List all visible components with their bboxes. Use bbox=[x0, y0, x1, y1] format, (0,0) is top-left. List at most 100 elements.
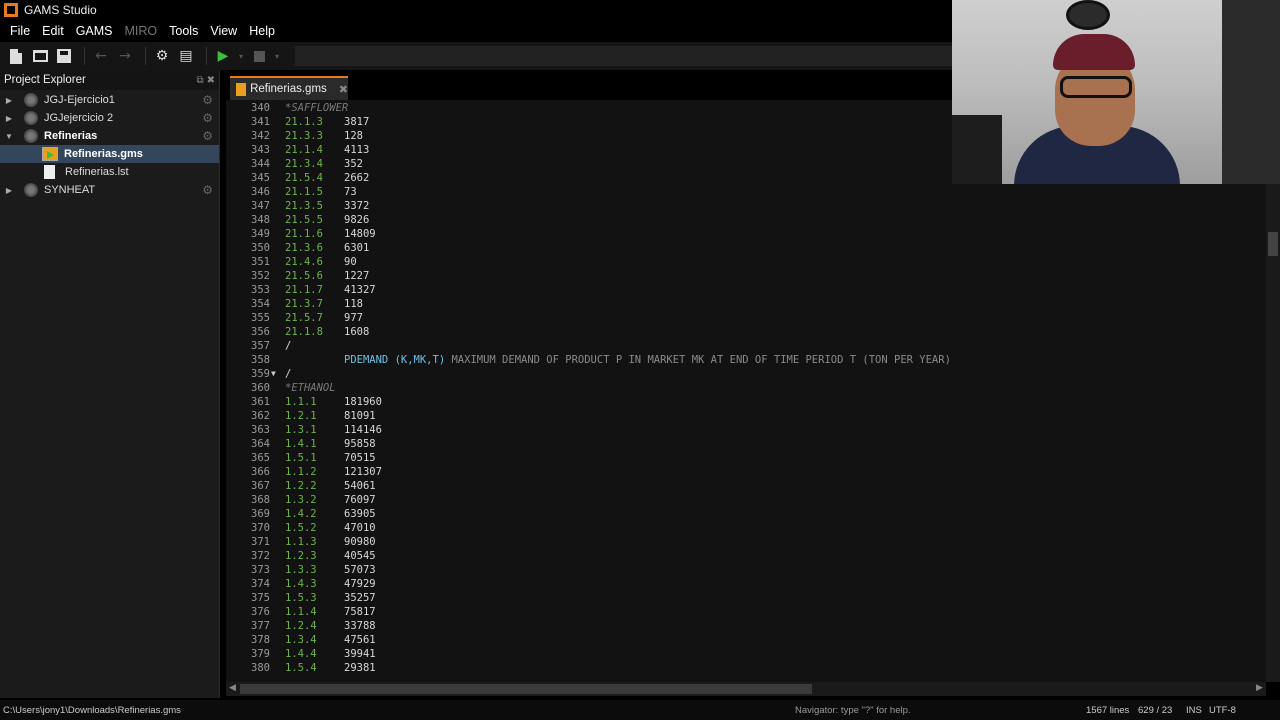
menu-gams[interactable]: GAMS bbox=[70, 24, 119, 38]
close-tab-icon[interactable]: ✖ bbox=[339, 83, 348, 96]
menu-file[interactable]: File bbox=[4, 24, 36, 38]
tree-item-jgj-ejercicio1[interactable]: ▶ JGJ-Ejercicio1 ⚙ bbox=[0, 91, 219, 109]
stop-icon[interactable] bbox=[249, 46, 269, 66]
line-number: 375 bbox=[251, 592, 270, 604]
code-line[interactable]: 354 21.3.7 118 bbox=[226, 297, 1266, 311]
tree-item-synheat[interactable]: ▶ SYNHEAT ⚙ bbox=[0, 181, 219, 199]
code-line[interactable]: 356 21.1.8 1608 bbox=[226, 325, 1266, 339]
file-encoding: UTF-8 bbox=[1209, 704, 1236, 716]
code-line[interactable]: 353 21.1.7 41327 bbox=[226, 283, 1266, 297]
vertical-scrollbar[interactable] bbox=[1266, 100, 1280, 682]
expand-arrow-icon[interactable]: ▶ bbox=[4, 96, 14, 105]
code-line[interactable]: 370 1.5.2 47010 bbox=[226, 521, 1266, 535]
horizontal-scrollbar[interactable]: ◀ ▶ bbox=[226, 682, 1266, 696]
set-index: 1.4.4 bbox=[285, 648, 317, 660]
project-settings-icon[interactable]: ⚙ bbox=[202, 111, 213, 125]
code-line[interactable]: 378 1.3.4 47561 bbox=[226, 633, 1266, 647]
line-number: 378 bbox=[251, 634, 270, 646]
dropdown-icon[interactable]: ▾ bbox=[237, 46, 245, 66]
code-line[interactable]: 368 1.3.2 76097 bbox=[226, 493, 1266, 507]
library-icon[interactable]: ▤ bbox=[176, 46, 196, 66]
expand-arrow-icon[interactable]: ▶ bbox=[4, 186, 14, 195]
menu-tools[interactable]: Tools bbox=[163, 24, 204, 38]
set-index: 1.2.2 bbox=[285, 480, 317, 492]
code-line[interactable]: 374 1.4.3 47929 bbox=[226, 577, 1266, 591]
code-line[interactable]: 359 ▼ / bbox=[226, 367, 1266, 381]
toolbar-separator bbox=[145, 47, 146, 65]
file-path: C:\Users\jony1\Downloads\Refinerias.gms bbox=[3, 704, 181, 716]
code-line[interactable]: 362 1.2.1 81091 bbox=[226, 409, 1266, 423]
save-icon[interactable] bbox=[54, 46, 74, 66]
code-line[interactable]: 371 1.1.3 90980 bbox=[226, 535, 1266, 549]
run-play-icon[interactable]: ▶ bbox=[213, 46, 233, 66]
menu-help[interactable]: Help bbox=[243, 24, 281, 38]
code-line[interactable]: 346 21.1.5 73 bbox=[226, 185, 1266, 199]
code-line[interactable]: 365 1.5.1 70515 bbox=[226, 451, 1266, 465]
code-line[interactable]: 347 21.3.5 3372 bbox=[226, 199, 1266, 213]
project-gear-icon bbox=[24, 111, 38, 125]
line-number: 340 bbox=[251, 102, 270, 114]
code-text: *ETHANOL bbox=[285, 381, 336, 395]
project-settings-icon[interactable]: ⚙ bbox=[202, 129, 213, 143]
comment-text: *ETHANOL bbox=[285, 382, 336, 394]
code-line[interactable]: 364 1.4.1 95858 bbox=[226, 437, 1266, 451]
collapse-arrow-icon[interactable]: ▼ bbox=[4, 132, 14, 141]
code-line[interactable]: 360 *ETHANOL bbox=[226, 381, 1266, 395]
parameter-description: MAXIMUM DEMAND OF PRODUCT P IN MARKET MK… bbox=[451, 354, 951, 366]
code-line[interactable]: 350 21.3.6 6301 bbox=[226, 241, 1266, 255]
expand-arrow-icon[interactable]: ▶ bbox=[4, 114, 14, 123]
navigator-hint[interactable]: Navigator: type "?" for help. bbox=[795, 705, 911, 716]
forward-arrow-icon[interactable]: → bbox=[115, 46, 135, 66]
tree-item-jgjejercicio-2[interactable]: ▶ JGJejercicio 2 ⚙ bbox=[0, 109, 219, 127]
open-folder-icon[interactable] bbox=[30, 46, 50, 66]
code-line[interactable]: 355 21.5.7 977 bbox=[226, 311, 1266, 325]
dropdown-icon[interactable]: ▾ bbox=[273, 46, 281, 66]
project-settings-icon[interactable]: ⚙ bbox=[202, 93, 213, 107]
code-line[interactable]: 349 21.1.6 14809 bbox=[226, 227, 1266, 241]
vertical-scrollbar-thumb[interactable] bbox=[1268, 232, 1278, 256]
tree-item-refinerias-gms[interactable]: Refinerias.gms bbox=[0, 145, 219, 163]
code-line[interactable]: 376 1.1.4 75817 bbox=[226, 605, 1266, 619]
code-text: 1.3.2 76097 bbox=[285, 493, 376, 507]
project-settings-icon[interactable]: ⚙ bbox=[202, 183, 213, 197]
code-line[interactable]: 375 1.5.3 35257 bbox=[226, 591, 1266, 605]
code-line[interactable]: 369 1.4.2 63905 bbox=[226, 507, 1266, 521]
line-number: 347 bbox=[251, 200, 270, 212]
settings-gear-icon[interactable]: ⚙ bbox=[152, 46, 172, 66]
tree-item-refinerias-lst[interactable]: Refinerias.lst bbox=[0, 163, 219, 181]
code-line[interactable]: 373 1.3.3 57073 bbox=[226, 563, 1266, 577]
code-line[interactable]: 367 1.2.2 54061 bbox=[226, 479, 1266, 493]
fold-arrow-icon[interactable]: ▼ bbox=[271, 367, 276, 381]
line-number: 364 bbox=[251, 438, 270, 450]
horizontal-scrollbar-thumb[interactable] bbox=[240, 684, 812, 694]
code-line[interactable]: 361 1.1.1 181960 bbox=[226, 395, 1266, 409]
code-line[interactable]: 363 1.3.1 114146 bbox=[226, 423, 1266, 437]
back-arrow-icon[interactable]: ← bbox=[91, 46, 111, 66]
data-value: 352 bbox=[344, 158, 363, 170]
code-line[interactable]: 380 1.5.4 29381 bbox=[226, 661, 1266, 675]
tree-item-refinerias[interactable]: ▼ Refinerias ⚙ bbox=[0, 127, 219, 145]
tab-refinerias-gms[interactable]: Refinerias.gms ✖ bbox=[230, 76, 348, 100]
menu-edit[interactable]: Edit bbox=[36, 24, 70, 38]
code-line[interactable]: 351 21.4.6 90 bbox=[226, 255, 1266, 269]
code-text: 1.5.1 70515 bbox=[285, 451, 376, 465]
float-panel-icon[interactable]: ⧉ bbox=[196, 75, 203, 86]
command-line-input[interactable] bbox=[295, 46, 985, 66]
code-line[interactable]: 358 PDEMAND (K,MK,T) MAXIMUM DEMAND OF PR… bbox=[226, 353, 1266, 367]
code-line[interactable]: 348 21.5.5 9826 bbox=[226, 213, 1266, 227]
code-line[interactable]: 372 1.2.3 40545 bbox=[226, 549, 1266, 563]
tab-label: Refinerias.gms bbox=[250, 83, 327, 95]
code-line[interactable]: 379 1.4.4 39941 bbox=[226, 647, 1266, 661]
scroll-left-icon[interactable]: ◀ bbox=[229, 683, 236, 693]
code-line[interactable]: 357 / bbox=[226, 339, 1266, 353]
menu-miro[interactable]: MIRO bbox=[119, 24, 164, 38]
code-editor[interactable]: 340 *SAFFLOWER 341 21.1.3 3817 342 21.3.3 128 34… bbox=[226, 100, 1266, 682]
scroll-right-icon[interactable]: ▶ bbox=[1256, 683, 1263, 693]
new-file-icon[interactable] bbox=[6, 46, 26, 66]
code-line[interactable]: 366 1.1.2 121307 bbox=[226, 465, 1266, 479]
code-line[interactable]: 352 21.5.6 1227 bbox=[226, 269, 1266, 283]
menu-view[interactable]: View bbox=[204, 24, 243, 38]
code-line[interactable]: 377 1.2.4 33788 bbox=[226, 619, 1266, 633]
close-panel-icon[interactable]: ✖ bbox=[207, 75, 215, 86]
code-text: 21.1.3 3817 bbox=[285, 115, 369, 129]
